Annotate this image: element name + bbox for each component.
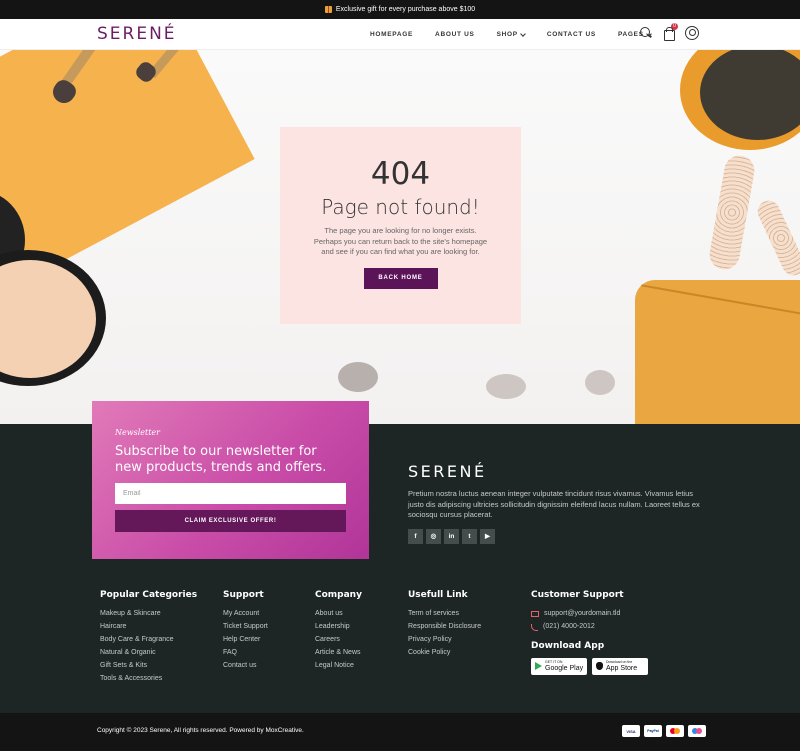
payment-methods: VISA PayPal <box>622 725 706 737</box>
newsletter-heading: Subscribe to our newsletter for new prod… <box>115 444 327 475</box>
footer-link[interactable]: Gift Sets & Kits <box>100 660 197 673</box>
twitter-icon[interactable]: t <box>462 529 477 544</box>
decor-yellow-card <box>0 50 255 277</box>
footer-col-title: Company <box>315 590 362 600</box>
nav-homepage[interactable]: HOMEPAGE <box>370 31 413 38</box>
footer-link[interactable]: Legal Notice <box>315 660 362 673</box>
facebook-icon[interactable]: f <box>408 529 423 544</box>
announcement-bar: Exclusive gift for every purchase above … <box>0 0 800 19</box>
footer-description: Pretium nostra luctus aenean integer vul… <box>408 489 700 519</box>
footer-link[interactable]: Help Center <box>223 634 268 647</box>
newsletter-kicker: Newsletter <box>115 428 160 437</box>
announcement-text: Exclusive gift for every purchase above … <box>335 6 476 13</box>
apple-icon <box>596 662 603 671</box>
footer-link[interactable]: Leadership <box>315 621 362 634</box>
google-play-icon <box>535 662 542 671</box>
youtube-icon[interactable]: ▶ <box>480 529 495 544</box>
linkedin-icon[interactable]: in <box>444 529 459 544</box>
google-play-badge[interactable]: GET IT ON Google Play <box>531 657 587 675</box>
footer-col-support: Support My Account Ticket Support Help C… <box>223 590 268 673</box>
phone-icon <box>531 623 538 631</box>
footer-link[interactable]: Natural & Organic <box>100 647 197 660</box>
cart-icon[interactable]: 0 <box>662 23 678 41</box>
nav-label: ABOUT US <box>435 31 475 38</box>
badge-big-text: Google Play <box>545 664 584 672</box>
footer-link[interactable]: FAQ <box>223 647 268 660</box>
mastercard-icon <box>666 725 684 737</box>
footer-link[interactable]: Article & News <box>315 647 362 660</box>
app-badges: GET IT ON Google Play Download on the Ap… <box>531 657 648 675</box>
footer-col-company: Company About us Leadership Careers Arti… <box>315 590 362 673</box>
newsletter-email-input[interactable] <box>115 483 346 504</box>
error-title: Page not found! <box>321 195 480 219</box>
support-email-row[interactable]: support@yourdomain.tld <box>531 608 648 621</box>
copyright-text: Copyright © 2023 Serene, All rights rese… <box>97 727 304 734</box>
visa-icon: VISA <box>622 725 640 737</box>
decor-brush-puff <box>338 362 378 392</box>
nav-contact[interactable]: CONTACT US <box>547 31 596 38</box>
footer-link[interactable]: Haircare <box>100 621 197 634</box>
badge-text: Download on the App Store <box>606 661 637 672</box>
error-code: 404 <box>370 156 431 192</box>
nav-label: CONTACT US <box>546 31 596 38</box>
nav-label: HOMEPAGE <box>370 31 414 38</box>
footer-col-title: Popular Categories <box>100 590 198 600</box>
footer-link[interactable]: Careers <box>315 634 362 647</box>
hero-background: 404 Page not found! The page you are loo… <box>0 50 800 424</box>
paypal-icon: PayPal <box>644 725 662 737</box>
nav-label: SHOP <box>496 31 518 38</box>
decor-wallet <box>635 280 800 424</box>
bottom-bar: Copyright © 2023 Serene, All rights rese… <box>0 713 800 751</box>
footer-link[interactable]: Ticket Support <box>223 621 268 634</box>
app-store-badge[interactable]: Download on the App Store <box>592 657 648 675</box>
footer-col-title: Customer Support <box>531 590 624 600</box>
footer-link[interactable]: Contact us <box>223 660 268 673</box>
badge-text: GET IT ON Google Play <box>545 661 583 672</box>
footer-col-title: Usefull Link <box>408 590 468 600</box>
card-network-icon <box>688 725 706 737</box>
badge-big-text: App Store <box>606 664 638 672</box>
footer-link[interactable]: Tools & Accessories <box>100 673 197 686</box>
claim-offer-button[interactable]: CLAIM EXCLUSIVE OFFER! <box>115 510 346 532</box>
cart-count-badge: 0 <box>671 23 678 30</box>
support-phone: (021) 4000-2012 <box>543 622 595 630</box>
decor-brush-puff <box>585 370 615 395</box>
account-icon[interactable] <box>685 26 699 40</box>
footer-col-title: Support <box>223 590 264 600</box>
footer-link[interactable]: Responsible Disclosure <box>408 621 481 634</box>
footer-col-useful: Usefull Link Term of services Responsibl… <box>408 590 481 660</box>
site-header: SERENÉ HOMEPAGE ABOUT US SHOP CONTACT US… <box>0 19 800 50</box>
nav-shop[interactable]: SHOP <box>496 30 526 38</box>
error-message: The page you are looking for no longer e… <box>313 226 488 256</box>
instagram-icon[interactable]: ◎ <box>426 529 441 544</box>
social-links: f ◎ in t ▶ <box>408 529 495 544</box>
newsletter-box: Newsletter Subscribe to our newsletter f… <box>92 401 369 559</box>
footer-link[interactable]: Body Care & Fragrance <box>100 634 197 647</box>
chevron-down-icon <box>519 30 526 37</box>
header-actions: 0 <box>639 23 699 41</box>
download-app-title: Download App <box>531 640 605 651</box>
decor-pearl-pin <box>754 197 800 279</box>
mail-icon <box>531 611 539 618</box>
footer-link[interactable]: My Account <box>223 608 268 621</box>
search-icon[interactable] <box>639 26 653 40</box>
main-nav: HOMEPAGE ABOUT US SHOP CONTACT US PAGES <box>370 19 673 50</box>
footer-link[interactable]: Privacy Policy <box>408 634 481 647</box>
nav-about[interactable]: ABOUT US <box>435 31 475 38</box>
footer-link[interactable]: Makeup & Skincare <box>100 608 197 621</box>
back-home-button[interactable]: BACK HOME <box>363 267 438 289</box>
footer-link[interactable]: Cookie Policy <box>408 647 481 660</box>
support-phone-row[interactable]: (021) 4000-2012 <box>531 621 648 634</box>
footer-col-customer-support: Customer Support support@yourdomain.tld … <box>531 590 648 675</box>
footer-link[interactable]: About us <box>315 608 362 621</box>
footer-col-popular: Popular Categories Makeup & Skincare Hai… <box>100 590 197 685</box>
error-card: 404 Page not found! The page you are loo… <box>280 127 521 324</box>
site-logo[interactable]: SERENÉ <box>97 24 177 44</box>
footer-link[interactable]: Term of services <box>408 608 481 621</box>
footer-logo[interactable]: SERENÉ <box>408 462 487 481</box>
decor-pearl-pin <box>707 153 757 272</box>
decor-brush-puff <box>486 374 526 399</box>
gift-icon <box>324 6 332 13</box>
support-email: support@yourdomain.tld <box>544 610 621 617</box>
